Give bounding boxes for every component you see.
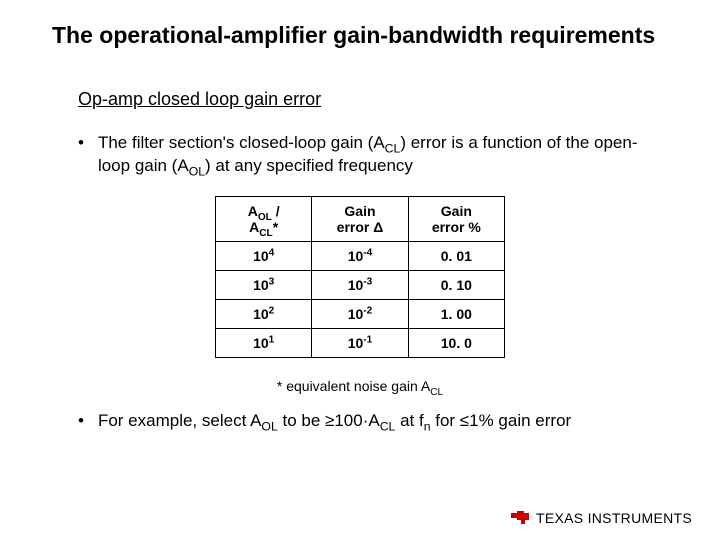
gain-error-table: AOL / ACL* Gain error Δ Gain error % 104…	[215, 196, 505, 358]
col-header-delta: Gain error Δ	[312, 196, 408, 241]
cell-ratio: 103	[216, 270, 312, 299]
text-fragment: to be ≥100·A	[278, 411, 380, 430]
text-fragment: error	[337, 219, 374, 235]
bullet-item: The filter section's closed-loop gain (A…	[78, 132, 660, 178]
bullet-text: For example, select AOL to be ≥100·ACL a…	[98, 410, 660, 433]
text-fragment: 10	[348, 306, 364, 322]
slide: The operational-amplifier gain-bandwidth…	[0, 0, 720, 540]
subscript: n	[424, 419, 431, 433]
text-fragment: 10	[253, 335, 269, 351]
text-fragment: 10	[348, 335, 364, 351]
cell-percent: 1. 00	[408, 299, 504, 328]
cell-delta: 10-1	[312, 328, 408, 357]
text-fragment: A	[248, 203, 258, 219]
superscript: -3	[363, 276, 372, 287]
bullet-list: The filter section's closed-loop gain (A…	[0, 132, 720, 178]
text-fragment: Gain	[441, 203, 472, 219]
table-row: 10110-110. 0	[216, 328, 505, 357]
superscript: 4	[269, 247, 275, 258]
text-fragment: Δ	[373, 219, 383, 235]
subscript: CL	[385, 141, 401, 155]
cell-delta: 10-2	[312, 299, 408, 328]
table-row: 10210-21. 00	[216, 299, 505, 328]
superscript: -1	[363, 334, 372, 345]
cell-ratio: 104	[216, 241, 312, 270]
text-fragment: 10	[253, 248, 269, 264]
text-fragment: /	[272, 203, 280, 219]
cell-delta: 10-4	[312, 241, 408, 270]
text-fragment: A	[249, 219, 259, 235]
superscript: 2	[269, 305, 275, 316]
cell-percent: 0. 10	[408, 270, 504, 299]
cell-percent: 0. 01	[408, 241, 504, 270]
text-fragment: *	[273, 219, 278, 235]
subscript: CL	[380, 419, 396, 433]
subscript: CL	[430, 387, 443, 398]
slide-title: The operational-amplifier gain-bandwidth…	[52, 22, 720, 49]
text-fragment: For example, select A	[98, 411, 261, 430]
text-fragment: ) at any specified frequency	[205, 156, 413, 175]
text-fragment: 10	[253, 277, 269, 293]
text-fragment: 10	[253, 306, 269, 322]
text-fragment: for ≤1% gain error	[431, 411, 572, 430]
cell-ratio: 101	[216, 328, 312, 357]
text-fragment: at f	[395, 411, 423, 430]
gain-table-wrap: AOL / ACL* Gain error Δ Gain error % 104…	[215, 196, 505, 358]
superscript: -4	[363, 247, 372, 258]
text-fragment: 10	[348, 248, 364, 264]
text-fragment: error %	[432, 219, 481, 235]
subscript: OL	[258, 212, 272, 223]
table-header-row: AOL / ACL* Gain error Δ Gain error %	[216, 196, 505, 241]
subscript: OL	[189, 164, 205, 178]
bullet-list: For example, select AOL to be ≥100·ACL a…	[0, 410, 720, 433]
superscript: -2	[363, 305, 372, 316]
table-row: 10410-40. 01	[216, 241, 505, 270]
cell-percent: 10. 0	[408, 328, 504, 357]
text-fragment: Gain	[344, 203, 375, 219]
ti-chip-icon	[510, 511, 530, 525]
subscript: OL	[261, 419, 277, 433]
ti-logo-text: TEXAS INSTRUMENTS	[536, 510, 692, 526]
bullet-text: The filter section's closed-loop gain (A…	[98, 132, 660, 178]
text-fragment: The filter section's closed-loop gain (A	[98, 133, 385, 152]
cell-ratio: 102	[216, 299, 312, 328]
ti-logo: TEXAS INSTRUMENTS	[510, 510, 692, 526]
table-row: 10310-30. 10	[216, 270, 505, 299]
col-header-ratio: AOL / ACL*	[216, 196, 312, 241]
text-fragment: 10	[348, 277, 364, 293]
cell-delta: 10-3	[312, 270, 408, 299]
superscript: 1	[269, 334, 275, 345]
subscript: CL	[259, 228, 272, 239]
bullet-item: For example, select AOL to be ≥100·ACL a…	[78, 410, 660, 433]
slide-subtitle: Op-amp closed loop gain error	[78, 89, 720, 110]
text-fragment: * equivalent noise gain A	[277, 378, 430, 394]
superscript: 3	[269, 276, 275, 287]
table-footnote: * equivalent noise gain ACL	[0, 378, 720, 394]
col-header-percent: Gain error %	[408, 196, 504, 241]
